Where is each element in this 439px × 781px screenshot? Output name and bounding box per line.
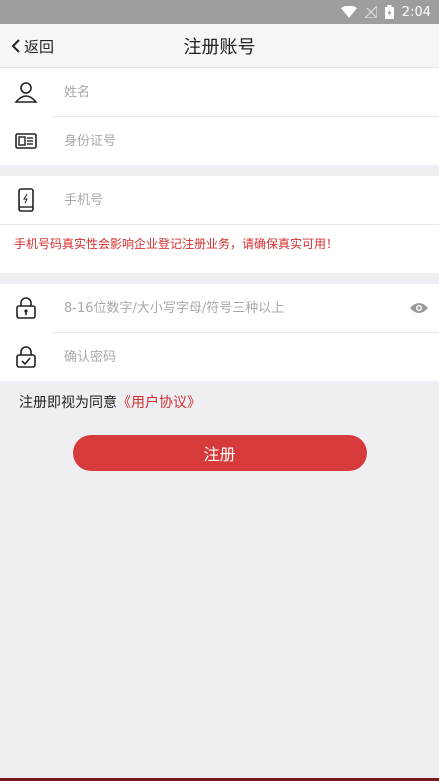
phone-warning: 手机号码真实性会影响企业登记注册业务，请确保真实可用！: [0, 224, 439, 273]
section-gap: [0, 273, 439, 284]
battery-charging-icon: [384, 5, 394, 19]
user-icon: [14, 82, 38, 103]
phone-group: 手机号码真实性会影响企业登记注册业务，请确保真实可用！: [0, 176, 439, 273]
password-input[interactable]: [52, 284, 439, 332]
id-row: [0, 117, 439, 165]
agreement-text: 注册即视为同意《用户协议》: [0, 381, 439, 421]
submit-container: 注册: [0, 421, 439, 471]
identity-group: [0, 68, 439, 165]
page-title: 注册账号: [183, 36, 256, 58]
password-row: [0, 284, 439, 332]
register-button[interactable]: 注册: [72, 435, 367, 471]
eye-icon[interactable]: [409, 301, 429, 315]
password-group: [0, 284, 439, 381]
id-number-input[interactable]: [52, 117, 439, 165]
phone-row: [0, 176, 439, 224]
confirm-row: [0, 333, 439, 381]
lock-icon: [16, 297, 36, 319]
wifi-icon: [340, 6, 357, 18]
section-gap: [0, 165, 439, 176]
user-agreement-link[interactable]: 《用户协议》: [117, 395, 201, 411]
chevron-left-icon: [11, 39, 20, 53]
id-card-icon: [15, 133, 37, 149]
back-button[interactable]: 返回: [10, 24, 54, 68]
agreement-prefix: 注册即视为同意: [19, 395, 117, 411]
back-label: 返回: [24, 37, 55, 56]
confirm-password-input[interactable]: [52, 333, 439, 381]
name-row: [0, 68, 439, 116]
status-bar: 2:04: [0, 0, 439, 24]
name-input[interactable]: [52, 68, 439, 116]
phone-input[interactable]: [52, 176, 439, 224]
nav-bar: 返回 注册账号: [0, 24, 439, 68]
phone-icon: [18, 188, 34, 212]
status-time: 2:04: [401, 4, 431, 20]
lock-check-icon: [16, 346, 36, 368]
no-signal-icon: [364, 6, 377, 18]
